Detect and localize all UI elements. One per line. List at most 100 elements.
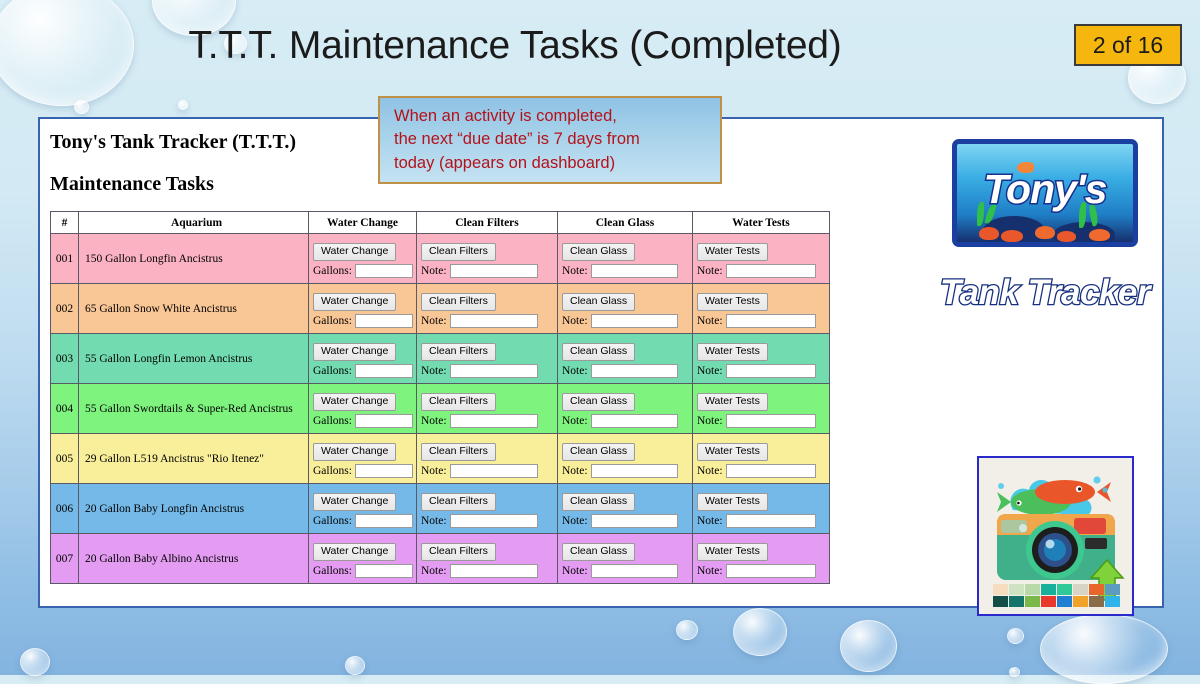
water-tests-button-002[interactable]: Water Tests: [696, 292, 768, 311]
clean-glass-note-input-001[interactable]: [590, 263, 678, 278]
clean-glass-note-input-005[interactable]: [590, 463, 678, 478]
gallons-input-001[interactable]: [354, 263, 413, 278]
clean-glass-note-input-003[interactable]: [590, 363, 678, 378]
cell-clean-glass: Clean Glass Note:: [556, 533, 693, 584]
clean-filters-button-006[interactable]: Clean Filters: [420, 492, 496, 511]
clean-filters-note-input-005-label: Note:: [420, 464, 447, 477]
cell-water-change: Water Change Gallons:: [308, 383, 417, 434]
water-tests-note-input-001[interactable]: [725, 263, 816, 278]
table-row: 002 65 Gallon Snow White Ancistrus Water …: [50, 283, 830, 334]
gallons-input-006[interactable]: [354, 513, 413, 528]
callout-line-3: today (appears on dashboard): [394, 153, 616, 172]
cell-clean-filters: Clean Filters Note:: [415, 533, 558, 584]
clean-filters-note-input-007-label: Note:: [420, 564, 447, 577]
water-tests-note-input-003-label: Note:: [696, 364, 723, 377]
clean-glass-button-003[interactable]: Clean Glass: [561, 342, 636, 361]
gallons-input-002[interactable]: [354, 313, 413, 328]
water-tests-note-input-007-label: Note:: [696, 564, 723, 577]
clean-glass-button-007[interactable]: Clean Glass: [561, 542, 636, 561]
clean-filters-button-002[interactable]: Clean Filters: [420, 292, 496, 311]
water-tests-button-005[interactable]: Water Tests: [696, 442, 768, 461]
water-change-button-005[interactable]: Water Change: [313, 442, 397, 461]
maintenance-table-wrapper: # Aquarium Water Change Clean Filters Cl…: [50, 211, 830, 584]
column-header-number: #: [50, 211, 79, 234]
clean-glass-button-006[interactable]: Clean Glass: [561, 492, 636, 511]
rock-decoration: [979, 227, 999, 240]
tank-logo-text: Tony's: [982, 165, 1109, 214]
clean-glass-button-004[interactable]: Clean Glass: [561, 392, 636, 411]
clean-glass-button-001[interactable]: Clean Glass: [561, 242, 636, 261]
column-header-clean-filters: Clean Filters: [415, 211, 558, 234]
clean-glass-note-input-006[interactable]: [590, 513, 678, 528]
photo-gallery-icon[interactable]: [977, 456, 1134, 616]
camera-fish-icon: [993, 476, 1125, 607]
panel-subtitle: Maintenance Tasks: [50, 173, 214, 195]
row-number: 004: [50, 383, 79, 434]
clean-glass-button-005[interactable]: Clean Glass: [561, 442, 636, 461]
clean-filters-note-input-004[interactable]: [449, 413, 538, 428]
clean-glass-note-input-004[interactable]: [590, 413, 678, 428]
clean-glass-button-002[interactable]: Clean Glass: [561, 292, 636, 311]
water-tests-button-007[interactable]: Water Tests: [696, 542, 768, 561]
water-tests-note-input-007[interactable]: [725, 563, 816, 578]
column-header-water-change: Water Change: [308, 211, 417, 234]
clean-filters-button-007[interactable]: Clean Filters: [420, 542, 496, 561]
clean-filters-note-input-007[interactable]: [449, 563, 538, 578]
clean-glass-note-input-007-label: Note:: [561, 564, 588, 577]
bubble-decoration: [20, 648, 50, 676]
water-change-button-006[interactable]: Water Change: [313, 492, 397, 511]
clean-glass-note-input-002-label: Note:: [561, 314, 588, 327]
rock-decoration: [1057, 231, 1076, 242]
clean-filters-button-003[interactable]: Clean Filters: [420, 342, 496, 361]
cell-clean-glass: Clean Glass Note:: [556, 233, 693, 284]
water-change-button-001[interactable]: Water Change: [313, 242, 397, 261]
water-tests-note-input-004[interactable]: [725, 413, 816, 428]
aquarium-name: 55 Gallon Longfin Lemon Ancistrus: [78, 333, 309, 384]
row-number: 003: [50, 333, 79, 384]
clean-filters-note-input-005[interactable]: [449, 463, 538, 478]
water-tests-button-004[interactable]: Water Tests: [696, 392, 768, 411]
water-tests-note-input-006[interactable]: [725, 513, 816, 528]
water-tests-note-input-001-label: Note:: [696, 264, 723, 277]
water-tests-note-input-002[interactable]: [725, 313, 816, 328]
gallons-input-007[interactable]: [354, 563, 413, 578]
water-change-button-002[interactable]: Water Change: [313, 292, 397, 311]
aquarium-name: 29 Gallon L519 Ancistrus "Rio Itenez": [78, 433, 309, 484]
cell-water-tests: Water Tests Note:: [691, 533, 830, 584]
cell-clean-filters: Clean Filters Note:: [415, 433, 558, 484]
water-tests-button-006[interactable]: Water Tests: [696, 492, 768, 511]
water-change-button-004[interactable]: Water Change: [313, 392, 397, 411]
row-number: 002: [50, 283, 79, 334]
cell-clean-glass: Clean Glass Note:: [556, 283, 693, 334]
cell-clean-filters: Clean Filters Note:: [415, 383, 558, 434]
gallons-input-003[interactable]: [354, 363, 413, 378]
water-tests-note-input-003[interactable]: [725, 363, 816, 378]
cell-water-change: Water Change Gallons:: [308, 433, 417, 484]
clean-glass-note-input-002[interactable]: [590, 313, 678, 328]
gallons-input-004[interactable]: [354, 413, 413, 428]
gallons-input-005[interactable]: [354, 463, 413, 478]
clean-filters-note-input-006[interactable]: [449, 513, 538, 528]
water-change-button-007[interactable]: Water Change: [313, 542, 397, 561]
page-indicator-label: 2 of 16: [1092, 31, 1164, 58]
clean-filters-note-input-001[interactable]: [449, 263, 538, 278]
gallons-input-004-label: Gallons:: [313, 414, 352, 427]
clean-glass-note-input-004-label: Note:: [561, 414, 588, 427]
cell-water-tests: Water Tests Note:: [691, 333, 830, 384]
table-row: 005 29 Gallon L519 Ancistrus "Rio Itenez"…: [50, 433, 830, 484]
clean-filters-note-input-003[interactable]: [449, 363, 538, 378]
cell-clean-glass: Clean Glass Note:: [556, 383, 693, 434]
table-row: 001 150 Gallon Longfin Ancistrus Water Ch…: [50, 233, 830, 284]
water-tests-note-input-005[interactable]: [725, 463, 816, 478]
water-change-button-003[interactable]: Water Change: [313, 342, 397, 361]
clean-filters-note-input-002[interactable]: [449, 313, 538, 328]
clean-filters-button-004[interactable]: Clean Filters: [420, 392, 496, 411]
clean-glass-note-input-007[interactable]: [590, 563, 678, 578]
table-header-row: # Aquarium Water Change Clean Filters Cl…: [50, 211, 830, 234]
clean-filters-button-005[interactable]: Clean Filters: [420, 442, 496, 461]
cell-water-tests: Water Tests Note:: [691, 383, 830, 434]
callout-line-1: When an activity is completed,: [394, 107, 617, 125]
water-tests-button-003[interactable]: Water Tests: [696, 342, 768, 361]
water-tests-button-001[interactable]: Water Tests: [696, 242, 768, 261]
clean-filters-button-001[interactable]: Clean Filters: [420, 242, 496, 261]
